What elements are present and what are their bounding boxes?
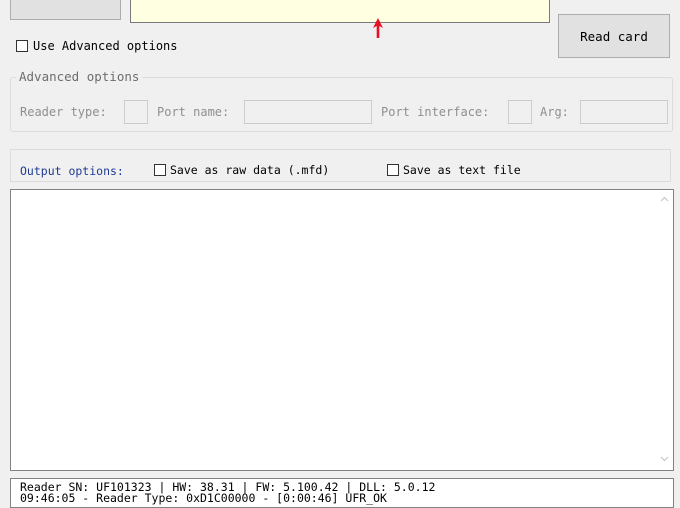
save-raw-checkbox[interactable] (154, 164, 166, 176)
reader-type-field[interactable] (124, 100, 148, 124)
scroll-up-icon[interactable] (660, 196, 669, 202)
read-card-label: Read card (580, 28, 648, 44)
output-text-area[interactable] (10, 189, 674, 471)
save-text-checkbox[interactable] (387, 164, 399, 176)
port-name-field[interactable] (244, 100, 372, 124)
status-log: Reader SN: UF101323 | HW: 38.31 | FW: 5.… (10, 478, 674, 508)
top-left-button[interactable] (10, 0, 121, 20)
reader-type-label: Reader type: (20, 105, 107, 119)
card-info-field[interactable] (130, 0, 550, 23)
advanced-options-checkbox[interactable] (16, 40, 28, 52)
arg-label: Arg: (540, 105, 569, 119)
save-raw-label: Save as raw data (.mfd) (170, 163, 330, 177)
port-interface-label: Port interface: (381, 105, 490, 119)
status-line-2: 09:46:05 - Reader Type: 0xD1C00000 - [0:… (20, 491, 387, 505)
arg-field[interactable] (580, 100, 668, 124)
vertical-scrollbar[interactable] (656, 190, 673, 470)
save-text-label: Save as text file (403, 163, 521, 177)
output-options-label: Output options: (20, 164, 124, 178)
advanced-options-group-title: Advanced options (16, 69, 143, 84)
scroll-down-icon[interactable] (660, 456, 669, 462)
read-card-button[interactable]: Read card (558, 14, 670, 58)
port-name-label: Port name: (157, 105, 230, 119)
advanced-options-checkbox-label: Use Advanced options (33, 39, 178, 53)
port-interface-field[interactable] (508, 100, 532, 124)
red-arrow-up-icon (373, 18, 383, 38)
